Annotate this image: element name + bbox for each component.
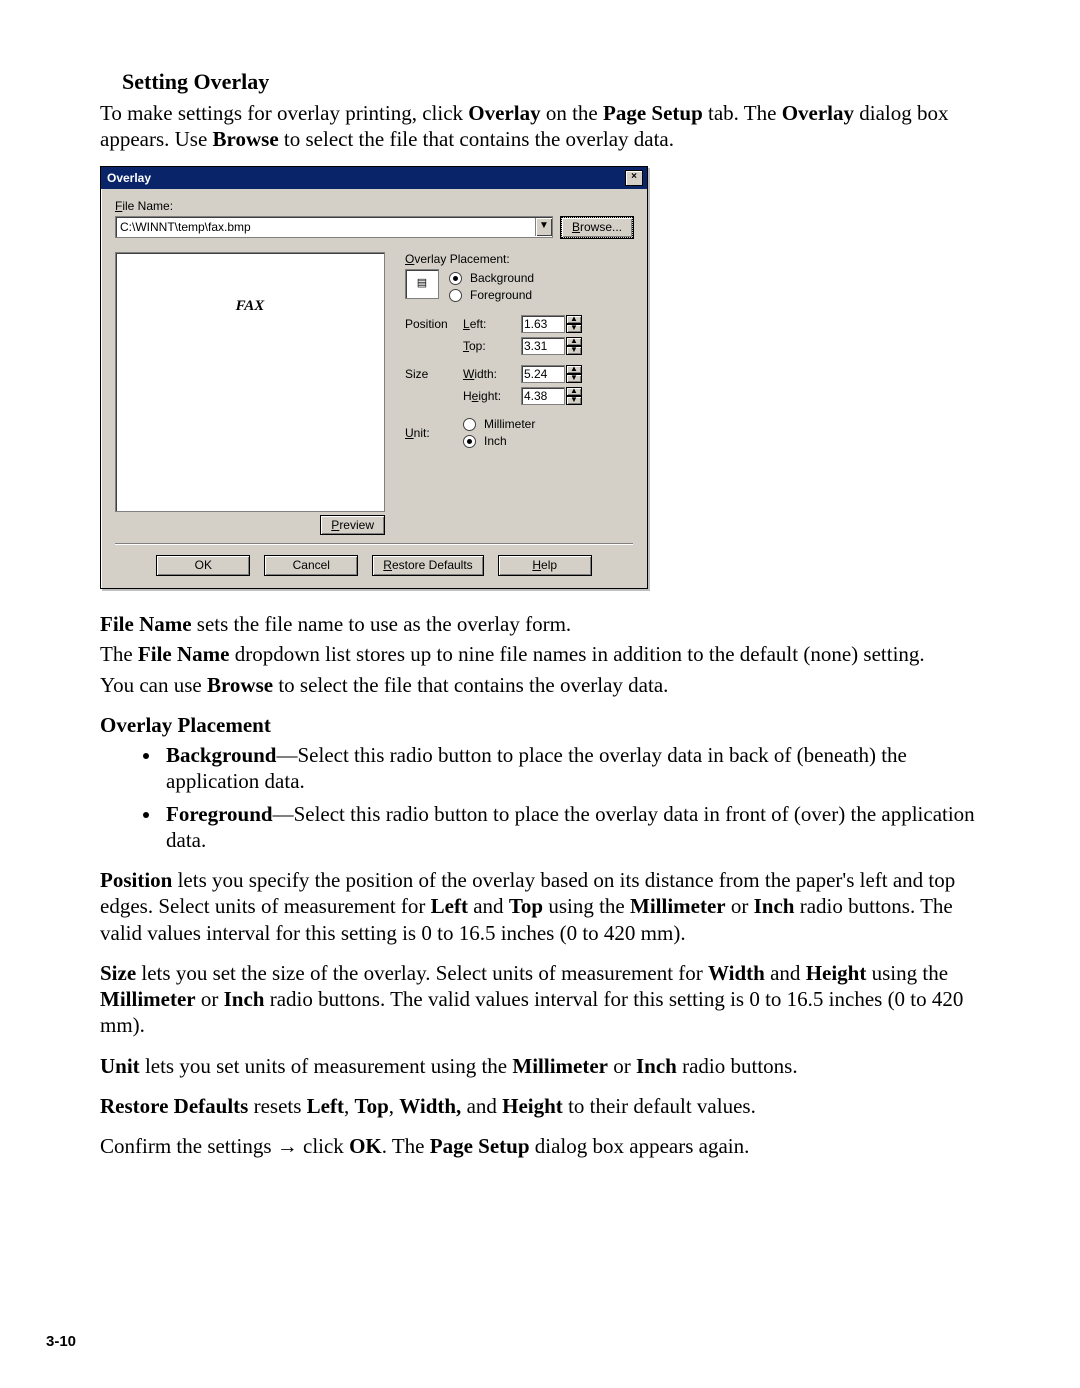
height-label: Height: — [463, 389, 521, 404]
dialog-titlebar: Overlay × — [101, 167, 647, 189]
radio-millimeter[interactable]: Millimeter — [463, 417, 535, 432]
restore-desc: Restore Defaults resets Left, Top, Width… — [100, 1093, 985, 1119]
spin-down-icon[interactable]: ▼ — [566, 346, 582, 355]
overlay-placement-heading: Overlay Placement — [100, 712, 985, 738]
left-input[interactable] — [521, 315, 565, 333]
file-name-combo[interactable]: C:\WINNT\temp\fax.bmp ▼ — [115, 216, 553, 238]
height-input[interactable] — [521, 387, 565, 405]
section-heading: Setting Overlay — [122, 68, 985, 96]
confirm-desc: Confirm the settings → click OK. The Pag… — [100, 1133, 985, 1159]
chevron-down-icon[interactable]: ▼ — [535, 218, 552, 236]
height-spinner[interactable]: ▲▼ — [521, 387, 582, 405]
placement-background-item: Background—Select this radio button to p… — [162, 742, 985, 795]
radio-background[interactable]: Background — [449, 271, 534, 286]
spin-down-icon[interactable]: ▼ — [566, 396, 582, 405]
top-spinner[interactable]: ▲▼ — [521, 337, 582, 355]
width-spinner[interactable]: ▲▼ — [521, 365, 582, 383]
radio-millimeter-label: Millimeter — [484, 417, 535, 432]
page-number: 3-10 — [46, 1333, 76, 1352]
width-input[interactable] — [521, 365, 565, 383]
unit-label: Unit: — [405, 426, 463, 441]
unit-desc: Unit lets you set units of measurement u… — [100, 1053, 985, 1079]
overlay-dialog-figure: Overlay × File Name: C:\WINNT\temp\fax.b… — [100, 166, 985, 589]
dialog-title: Overlay — [107, 171, 151, 186]
filename-desc-2: The File Name dropdown list stores up to… — [100, 641, 985, 667]
browse-button[interactable]: Browse... — [561, 217, 633, 238]
radio-foreground-label: Foreground — [470, 288, 532, 303]
preview-button[interactable]: Preview — [320, 515, 385, 535]
preview-area: FAX — [115, 252, 385, 512]
left-spinner[interactable]: ▲▼ — [521, 315, 582, 333]
preview-content: FAX — [236, 299, 265, 315]
radio-inch[interactable]: Inch — [463, 434, 535, 449]
file-name-value: C:\WINNT\temp\fax.bmp — [120, 220, 251, 235]
radio-inch-label: Inch — [484, 434, 507, 449]
close-icon[interactable]: × — [625, 170, 643, 186]
file-name-label: File Name: — [115, 199, 633, 214]
cancel-button[interactable]: Cancel — [264, 555, 358, 576]
spin-down-icon[interactable]: ▼ — [566, 374, 582, 383]
filename-desc-3: You can use Browse to select the file th… — [100, 672, 985, 698]
radio-foreground[interactable]: Foreground — [449, 288, 534, 303]
restore-defaults-button[interactable]: Restore Defaults — [372, 555, 483, 576]
placement-foreground-item: Foreground—Select this radio button to p… — [162, 801, 985, 854]
width-label: Width: — [463, 367, 521, 382]
spin-down-icon[interactable]: ▼ — [566, 324, 582, 333]
help-button[interactable]: Help — [498, 555, 592, 576]
position-label: Position — [405, 317, 463, 332]
size-desc: Size lets you set the size of the overla… — [100, 960, 985, 1039]
top-input[interactable] — [521, 337, 565, 355]
position-desc: Position lets you specify the position o… — [100, 867, 985, 946]
overlay-dialog: Overlay × File Name: C:\WINNT\temp\fax.b… — [100, 166, 648, 589]
placement-icon: ▤ — [405, 269, 439, 299]
intro-paragraph: To make settings for overlay printing, c… — [100, 100, 985, 153]
left-label: Left: — [463, 317, 521, 332]
placement-options-list: Background—Select this radio button to p… — [100, 742, 985, 853]
top-label: Top: — [463, 339, 521, 354]
filename-desc-1: File Name sets the file name to use as t… — [100, 611, 985, 637]
overlay-placement-label: Overlay Placement: — [405, 252, 633, 267]
ok-button[interactable]: OK — [156, 555, 250, 576]
size-label: Size — [405, 367, 463, 382]
radio-background-label: Background — [470, 271, 534, 286]
